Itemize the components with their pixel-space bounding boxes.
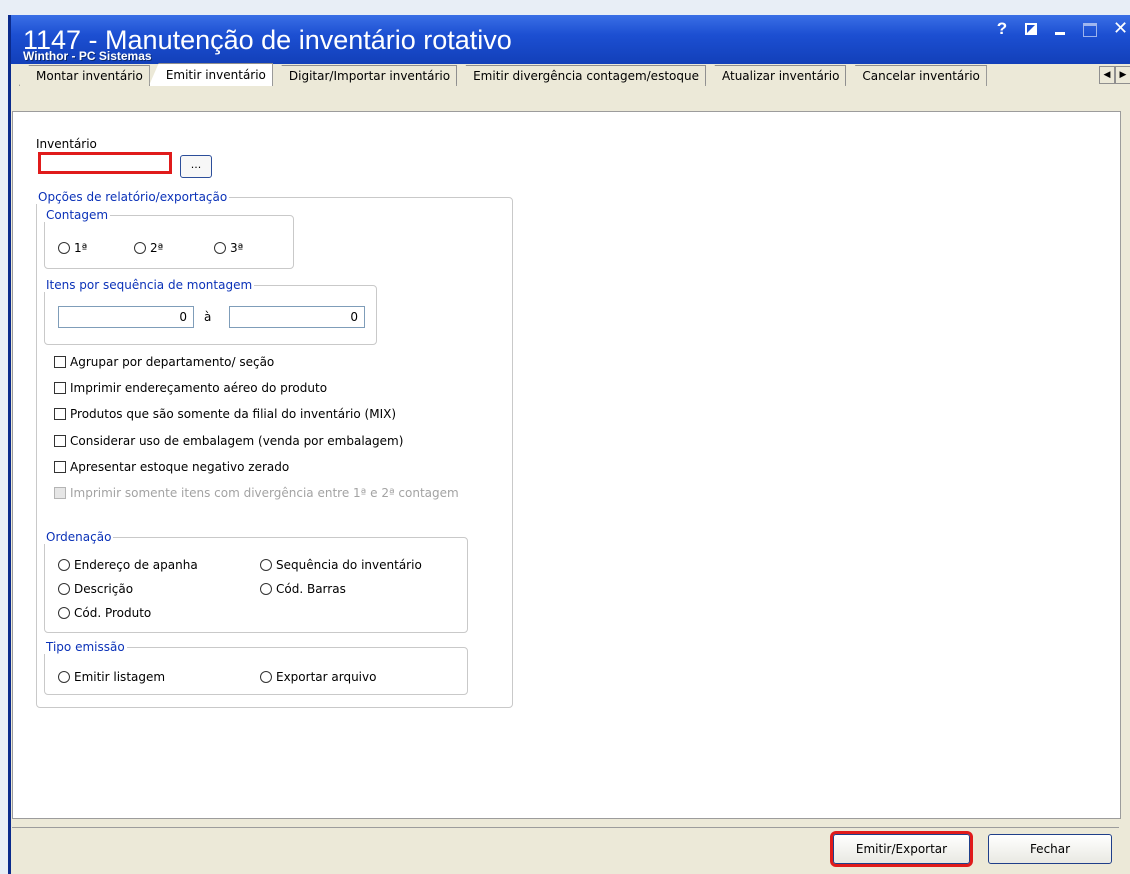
emitir-listagem-radio[interactable]: Emitir listagem	[58, 670, 165, 684]
contagem-title: Contagem	[44, 208, 111, 222]
title-bar: 1147 - Manutenção de inventário rotativo…	[11, 15, 1130, 65]
tab-digitar-importar-inventario[interactable]: Digitar/Importar inventário	[271, 65, 458, 86]
radio-circle	[260, 671, 272, 683]
radio-circle	[58, 559, 70, 571]
tab-emitir-divergencia[interactable]: Emitir divergência contagem/estoque	[456, 65, 706, 86]
checkbox-square	[54, 382, 66, 394]
checkbox-square	[54, 408, 66, 420]
tipo-emissao-title: Tipo emissão	[44, 640, 127, 654]
estoque-negativo-checkbox[interactable]: Apresentar estoque negativo zerado	[54, 460, 289, 474]
sequencia-to-input[interactable]: 0	[229, 306, 365, 328]
window-controls: ? ✕	[995, 20, 1128, 38]
checkbox-square	[54, 356, 66, 368]
exportar-arquivo-radio[interactable]: Exportar arquivo	[260, 670, 376, 684]
ordenacao-cod-produto-radio[interactable]: Cód. Produto	[58, 606, 151, 620]
agrupar-checkbox[interactable]: Agrupar por departamento/ seção	[54, 355, 274, 369]
maximize-icon[interactable]	[1083, 23, 1097, 37]
window-subtitle: Winthor - PC Sistemas	[23, 49, 152, 63]
contagem-2-radio[interactable]: 2ª	[134, 241, 163, 255]
radio-circle	[260, 583, 272, 595]
checkbox-square	[54, 461, 66, 473]
close-icon[interactable]: ✕	[1113, 20, 1128, 38]
sequencia-title: Itens por sequência de montagem	[44, 278, 255, 292]
embalagem-checkbox[interactable]: Considerar uso de embalagem (venda por e…	[54, 434, 403, 448]
radio-circle	[58, 671, 70, 683]
emitir-exportar-button[interactable]: Emitir/Exportar	[833, 834, 970, 864]
minimize-icon[interactable]	[1053, 21, 1067, 37]
help-icon[interactable]: ?	[995, 20, 1009, 37]
tab-emitir-inventario[interactable]: Emitir inventário	[148, 63, 273, 86]
options-group-title: Opções de relatório/exportação	[36, 190, 230, 204]
mix-checkbox[interactable]: Produtos que são somente da filial do in…	[54, 407, 396, 421]
enderecamento-aereo-checkbox[interactable]: Imprimir endereçamento aéreo do produto	[54, 381, 327, 395]
tab-scroll-left-icon[interactable]: ◀	[1099, 66, 1115, 84]
ordenacao-endereco-radio[interactable]: Endereço de apanha	[58, 558, 198, 572]
ordenacao-descricao-radio[interactable]: Descrição	[58, 582, 133, 596]
radio-circle	[214, 242, 226, 254]
radio-circle	[134, 242, 146, 254]
inventario-input[interactable]	[38, 152, 172, 174]
tab-scroll-right-icon[interactable]: ▶	[1115, 66, 1130, 84]
tab-scroll: ◀ ▶	[1099, 66, 1130, 84]
ordenacao-cod-barras-radio[interactable]: Cód. Barras	[260, 582, 346, 596]
inventario-label: Inventário	[36, 137, 97, 151]
radio-circle	[58, 583, 70, 595]
fechar-label: Fechar	[1029, 842, 1071, 856]
divergencia-checkbox: Imprimir somente itens com divergência e…	[54, 486, 459, 500]
radio-circle	[260, 559, 272, 571]
emitir-exportar-label: Emitir/Exportar	[855, 842, 948, 856]
radio-circle	[58, 242, 70, 254]
inventario-browse-button[interactable]: ...	[180, 155, 212, 178]
ordenacao-sequencia-radio[interactable]: Sequência do inventário	[260, 558, 422, 572]
contagem-3-radio[interactable]: 3ª	[214, 241, 243, 255]
ordenacao-title: Ordenação	[44, 530, 114, 544]
fechar-button[interactable]: Fechar	[988, 834, 1112, 864]
tab-atualizar-inventario[interactable]: Atualizar inventário	[704, 65, 847, 86]
tab-cancelar-inventario[interactable]: Cancelar inventário	[845, 65, 987, 86]
tab-strip: Montar inventário Emitir inventário Digi…	[11, 63, 1130, 86]
radio-circle	[58, 607, 70, 619]
restore-icon[interactable]	[1025, 23, 1037, 35]
contagem-1-radio[interactable]: 1ª	[58, 241, 87, 255]
tab-montar-inventario[interactable]: Montar inventário	[19, 65, 150, 86]
sequencia-from-input[interactable]: 0	[58, 306, 194, 328]
sequencia-separator: à	[204, 310, 212, 324]
checkbox-square	[54, 435, 66, 447]
checkbox-square	[54, 487, 66, 499]
